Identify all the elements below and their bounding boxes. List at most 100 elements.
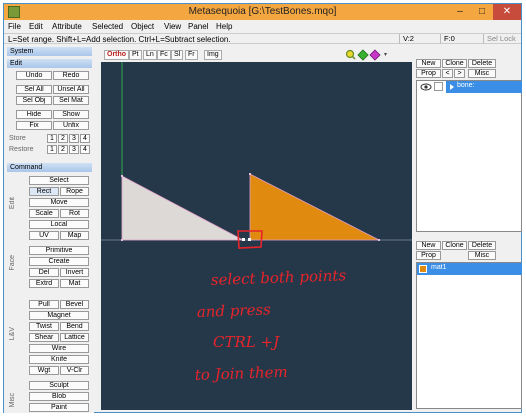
local-button[interactable]: Local: [29, 220, 89, 229]
restore-slot-2[interactable]: 2: [58, 145, 68, 154]
menu-attribute[interactable]: Attribute: [52, 22, 82, 31]
menu-help[interactable]: Help: [216, 22, 232, 31]
weight-button[interactable]: Wgt: [29, 366, 59, 375]
vertex-point[interactable]: [378, 239, 380, 241]
material-list[interactable]: mat1: [416, 262, 522, 409]
tab-points[interactable]: Pt: [129, 50, 142, 60]
rotate-view-icon[interactable]: [369, 49, 381, 61]
menu-panel[interactable]: Panel: [188, 22, 208, 31]
store-slot-3[interactable]: 3: [69, 134, 79, 143]
menu-view[interactable]: View: [164, 22, 181, 31]
select-command-button[interactable]: Select: [29, 176, 89, 185]
unfix-button[interactable]: Unfix: [53, 121, 89, 130]
tab-faces[interactable]: Fc: [157, 50, 171, 60]
selected-vertex[interactable]: [242, 238, 245, 241]
material-clone-button[interactable]: Clone: [442, 241, 467, 250]
material-button[interactable]: Mat: [60, 279, 89, 288]
sculpt-button[interactable]: Sculpt: [29, 381, 89, 390]
select-object-button[interactable]: Sel Obj: [16, 96, 52, 105]
settings-icon[interactable]: [384, 53, 387, 56]
create-button[interactable]: Create: [29, 257, 89, 266]
pull-button[interactable]: Pull: [29, 300, 59, 309]
maximize-button[interactable]: □: [471, 4, 493, 20]
object-misc-button[interactable]: Misc: [468, 69, 496, 78]
material-delete-button[interactable]: Delete: [468, 241, 496, 250]
menu-selected[interactable]: Selected: [92, 22, 123, 31]
uv-button[interactable]: UV: [29, 231, 59, 240]
object-next-button[interactable]: >: [454, 69, 465, 78]
rect-button[interactable]: Rect: [29, 187, 59, 196]
object-new-button[interactable]: New: [416, 59, 441, 68]
undo-button[interactable]: Undo: [16, 71, 52, 80]
3d-canvas[interactable]: select both points and press CTRL +J to …: [101, 62, 412, 410]
vertex-point[interactable]: [121, 239, 123, 241]
edit-header[interactable]: Edit: [7, 59, 92, 68]
store-slot-1[interactable]: 1: [47, 134, 57, 143]
tab-frame[interactable]: Fr: [185, 50, 198, 60]
restore-slot-1[interactable]: 1: [47, 145, 57, 154]
store-slot-4[interactable]: 4: [80, 134, 90, 143]
unselect-all-button[interactable]: Unsel All: [53, 85, 89, 94]
redo-button[interactable]: Redo: [53, 71, 89, 80]
scale-button[interactable]: Scale: [29, 209, 59, 218]
left-triangle-face[interactable]: [121, 175, 244, 241]
twist-button[interactable]: Twist: [29, 322, 59, 331]
pan-icon[interactable]: [357, 49, 369, 61]
close-button[interactable]: ✕: [493, 4, 521, 20]
bend-button[interactable]: Bend: [60, 322, 89, 331]
object-list[interactable]: bone:: [416, 80, 522, 232]
zoom-icon[interactable]: [345, 49, 356, 60]
wire-button[interactable]: Wire: [29, 344, 89, 353]
restore-slot-3[interactable]: 3: [69, 145, 79, 154]
material-misc-button[interactable]: Misc: [468, 251, 496, 260]
paint-button[interactable]: Paint: [29, 403, 89, 412]
hide-button[interactable]: Hide: [16, 110, 52, 119]
store-slot-2[interactable]: 2: [58, 134, 68, 143]
system-header[interactable]: System: [7, 47, 92, 56]
rotate-button[interactable]: Rot: [60, 209, 89, 218]
menu-file[interactable]: File: [8, 22, 21, 31]
delete-face-button[interactable]: Del: [29, 268, 59, 277]
sel-lock-toggle[interactable]: Sel Lock: [483, 34, 520, 44]
tab-select-visible[interactable]: Sl: [171, 50, 184, 60]
select-all-button[interactable]: Sel All: [16, 85, 52, 94]
restore-slot-4[interactable]: 4: [80, 145, 90, 154]
menu-object[interactable]: Object: [131, 22, 154, 31]
lattice-button[interactable]: Lattice: [60, 333, 89, 342]
knife-button[interactable]: Knife: [29, 355, 89, 364]
vertex-point[interactable]: [121, 175, 123, 177]
rope-button[interactable]: Rope: [60, 187, 89, 196]
vertex-point[interactable]: [249, 173, 251, 175]
minimize-button[interactable]: –: [449, 4, 471, 20]
extrude-button[interactable]: Extrd: [29, 279, 59, 288]
map-button[interactable]: Map: [60, 231, 89, 240]
material-prop-button[interactable]: Prop: [416, 251, 441, 260]
fix-button[interactable]: Fix: [16, 121, 52, 130]
command-header[interactable]: Command: [7, 163, 92, 172]
invert-button[interactable]: Invert: [60, 268, 89, 277]
vertex-color-button[interactable]: V-Clr: [60, 366, 89, 375]
eye-icon[interactable]: [420, 82, 432, 92]
bevel-button[interactable]: Bevel: [60, 300, 89, 309]
magnet-button[interactable]: Magnet: [29, 311, 89, 320]
move-button[interactable]: Move: [29, 198, 89, 207]
tab-lines[interactable]: Ln: [143, 50, 157, 60]
tab-ortho[interactable]: Ortho: [104, 50, 130, 60]
right-triangle-face[interactable]: [249, 173, 380, 241]
object-clone-button[interactable]: Clone: [442, 59, 467, 68]
show-button[interactable]: Show: [53, 110, 89, 119]
select-material-button[interactable]: Sel Mat: [53, 96, 89, 105]
expand-icon[interactable]: [448, 83, 456, 91]
lock-toggle[interactable]: [434, 82, 443, 91]
object-row[interactable]: bone:: [417, 81, 522, 93]
material-row[interactable]: mat1: [417, 263, 522, 275]
blob-button[interactable]: Blob: [29, 392, 89, 401]
object-delete-button[interactable]: Delete: [468, 59, 496, 68]
menu-edit[interactable]: Edit: [29, 22, 43, 31]
material-new-button[interactable]: New: [416, 241, 441, 250]
shear-button[interactable]: Shear: [29, 333, 59, 342]
object-prev-button[interactable]: <: [442, 69, 453, 78]
scene-svg[interactable]: select both points and press CTRL +J to …: [101, 62, 412, 410]
primitive-button[interactable]: Primitive: [29, 246, 89, 255]
selected-vertex[interactable]: [248, 238, 251, 241]
